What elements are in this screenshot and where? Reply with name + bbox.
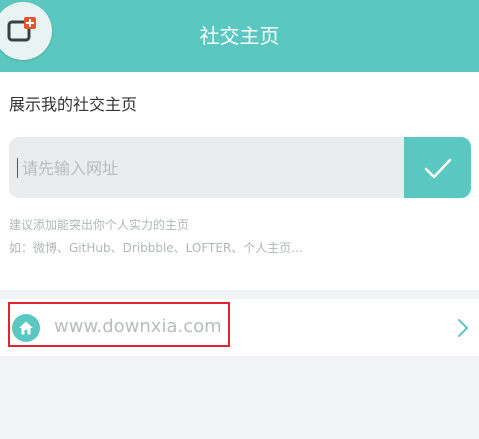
chevron-right-icon (458, 319, 468, 337)
text-caret (17, 158, 18, 178)
highlight-annotation (8, 302, 230, 347)
page-title: 社交主页 (199, 24, 280, 48)
confirm-button[interactable] (404, 137, 471, 198)
hint-text-2: 如：微博、GitHub、Dribbble、LOFTER、个人主页... (9, 241, 303, 255)
section-title: 展示我的社交主页 (9, 95, 138, 114)
hint-text-1: 建议添加能突出你个人实力的主页 (9, 218, 190, 232)
checkmark-icon (424, 158, 452, 179)
url-input[interactable] (22, 155, 392, 181)
